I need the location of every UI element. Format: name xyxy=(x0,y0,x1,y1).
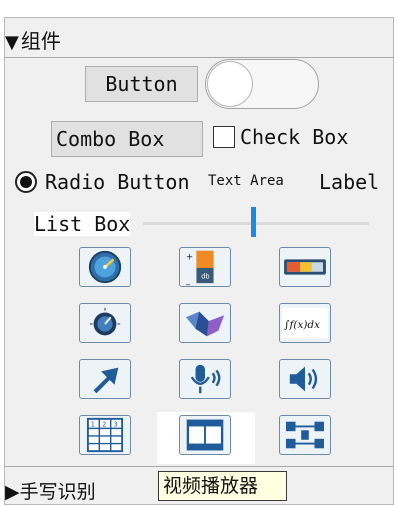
label-component[interactable]: Label xyxy=(319,170,379,194)
gauge-icon[interactable] xyxy=(79,247,131,287)
radio-button-component[interactable] xyxy=(15,171,37,193)
speaker-icon[interactable] xyxy=(279,359,331,399)
video-player-icon[interactable] xyxy=(179,415,231,455)
arrow-icon[interactable] xyxy=(79,359,131,399)
knob-icon[interactable] xyxy=(79,303,131,343)
slider-thumb[interactable] xyxy=(251,207,256,237)
slider-track[interactable] xyxy=(143,222,369,225)
svg-text:_: _ xyxy=(185,276,191,286)
keypad-table-icon[interactable]: 123 xyxy=(79,415,131,455)
radio-button-label: Radio Button xyxy=(45,170,190,194)
toggle-knob xyxy=(207,61,253,107)
toggle-switch-component[interactable] xyxy=(205,59,319,109)
list-box-component[interactable]: List Box xyxy=(34,212,131,236)
collapse-arrow-icon: ▶ xyxy=(5,481,20,503)
level-meter-icon[interactable]: + _ db xyxy=(179,247,231,287)
expand-arrow-icon: ▼ xyxy=(5,32,19,53)
flow-diagram-icon[interactable] xyxy=(279,415,331,455)
svg-text:+: + xyxy=(186,252,193,262)
keypad-digit-3: 3 xyxy=(114,420,118,428)
check-box-component[interactable] xyxy=(213,126,235,148)
microphone-icon[interactable] xyxy=(179,359,231,399)
check-box-label: Check Box xyxy=(240,125,349,149)
header-divider xyxy=(4,57,394,58)
handwriting-section-header[interactable]: ▶手写识别 xyxy=(5,479,96,505)
keypad-digit-1: 1 xyxy=(91,420,95,428)
combo-box-component[interactable]: Combo Box xyxy=(51,121,203,157)
keypad-digit-2: 2 xyxy=(102,420,106,428)
text-area-component[interactable]: Text Area xyxy=(208,173,284,189)
integral-formula-icon[interactable]: ∫f(x)dx xyxy=(279,303,331,343)
linear-gauge-icon[interactable] xyxy=(279,247,331,287)
components-section-header[interactable]: ▼ 组件 xyxy=(5,26,391,56)
tooltip: 视频播放器 xyxy=(158,471,287,501)
footer-section-title: 手写识别 xyxy=(19,481,96,503)
integral-formula-text: ∫f(x)dx xyxy=(284,319,320,331)
meter-unit-text: db xyxy=(201,272,209,280)
3d-surface-plot-icon[interactable] xyxy=(179,303,231,343)
button-component[interactable]: Button xyxy=(85,66,198,102)
section-title: 组件 xyxy=(20,29,61,53)
radio-dot xyxy=(20,176,32,188)
footer-divider xyxy=(4,466,394,467)
